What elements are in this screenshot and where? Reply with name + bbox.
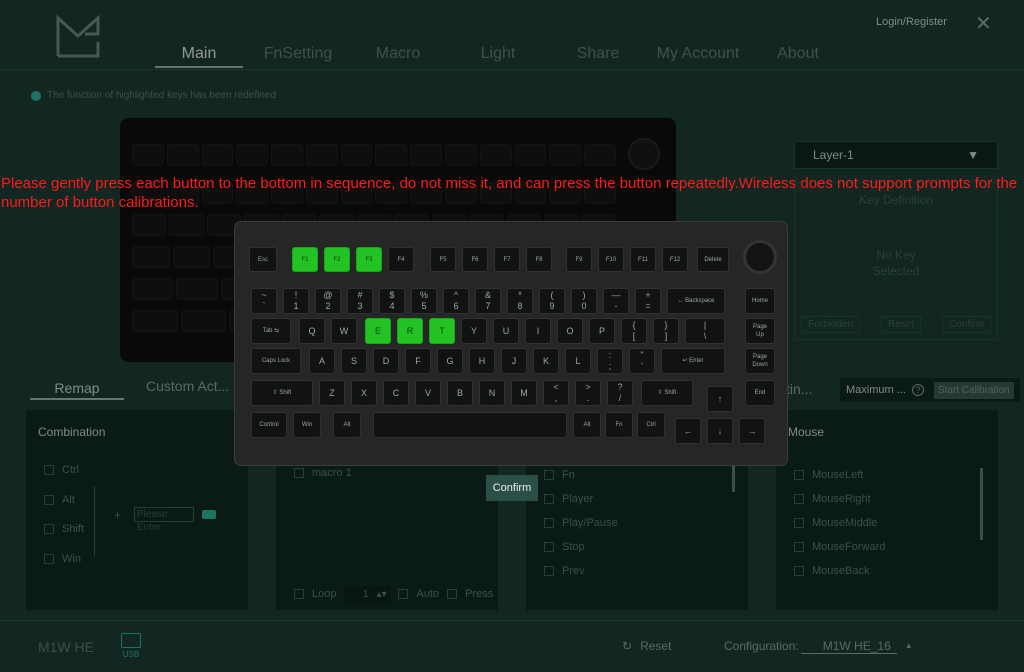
key-c[interactable]: C: [383, 380, 409, 406]
key-lctrl[interactable]: Control: [251, 412, 287, 438]
key-n6[interactable]: ^ 6: [443, 288, 469, 314]
key-equal[interactable]: + =: [635, 288, 661, 314]
key-grave[interactable]: ~ `: [251, 288, 277, 314]
key-y[interactable]: Y: [461, 318, 487, 344]
key-b[interactable]: B: [447, 380, 473, 406]
key-f12[interactable]: F12: [662, 247, 688, 272]
key-fn[interactable]: Fn: [605, 412, 633, 438]
key-h[interactable]: H: [469, 348, 495, 374]
key-lwin[interactable]: Win: [293, 412, 321, 438]
key-delete[interactable]: Delete: [697, 247, 729, 272]
key-j[interactable]: J: [501, 348, 527, 374]
key-f4[interactable]: F4: [388, 247, 414, 272]
key-lbr[interactable]: { [: [621, 318, 647, 344]
key-caps[interactable]: Caps Lock: [251, 348, 301, 374]
key-k[interactable]: K: [533, 348, 559, 374]
key-f6[interactable]: F6: [462, 247, 488, 272]
key-n9[interactable]: ( 9: [539, 288, 565, 314]
key-pgup[interactable]: Page Up: [745, 318, 775, 344]
key-l[interactable]: L: [565, 348, 591, 374]
key-f9[interactable]: F9: [566, 247, 592, 272]
key-bslash[interactable]: | \: [685, 318, 725, 344]
key-n8[interactable]: * 8: [507, 288, 533, 314]
key-space[interactable]: [373, 412, 567, 438]
calibration-warning: Please gently press each button to the b…: [1, 175, 1018, 211]
key-comma[interactable]: < ,: [543, 380, 569, 406]
key-q[interactable]: Q: [299, 318, 325, 344]
key-lalt[interactable]: Alt: [333, 412, 361, 438]
key-end[interactable]: End: [745, 380, 775, 406]
key-s[interactable]: S: [341, 348, 367, 374]
confirm-button[interactable]: Confirm: [486, 475, 538, 501]
knob-icon: [743, 240, 777, 274]
key-minus[interactable]: — -: [603, 288, 629, 314]
key-home[interactable]: Home: [745, 288, 775, 314]
key-t[interactable]: T: [429, 318, 455, 344]
key-d[interactable]: D: [373, 348, 399, 374]
key-quote[interactable]: " ': [629, 348, 655, 374]
key-period[interactable]: > .: [575, 380, 601, 406]
key-semi[interactable]: : ;: [597, 348, 623, 374]
key-p[interactable]: P: [589, 318, 615, 344]
key-lshift[interactable]: ⇧ Shift: [251, 380, 313, 406]
key-n1[interactable]: ! 1: [283, 288, 309, 314]
key-f3[interactable]: F3: [356, 247, 382, 272]
key-tab[interactable]: Tab ⇆: [251, 318, 291, 344]
key-up[interactable]: ↑: [707, 386, 733, 412]
key-rctrl[interactable]: Ctrl: [637, 412, 665, 438]
key-n2[interactable]: @ 2: [315, 288, 341, 314]
key-g[interactable]: G: [437, 348, 463, 374]
key-enter[interactable]: ↵ Enter: [661, 348, 725, 374]
key-down[interactable]: ↓: [707, 418, 733, 444]
key-z[interactable]: Z: [319, 380, 345, 406]
key-rbr[interactable]: } ]: [653, 318, 679, 344]
key-v[interactable]: V: [415, 380, 441, 406]
key-f8[interactable]: F8: [526, 247, 552, 272]
key-a[interactable]: A: [309, 348, 335, 374]
key-right[interactable]: →: [739, 418, 765, 444]
key-backspace[interactable]: ← Backspace: [667, 288, 725, 314]
key-m[interactable]: M: [511, 380, 537, 406]
key-f2[interactable]: F2: [324, 247, 350, 272]
key-f[interactable]: F: [405, 348, 431, 374]
key-o[interactable]: O: [557, 318, 583, 344]
key-n3[interactable]: # 3: [347, 288, 373, 314]
key-n5[interactable]: % 5: [411, 288, 437, 314]
key-w[interactable]: W: [331, 318, 357, 344]
key-e[interactable]: E: [365, 318, 391, 344]
key-esc[interactable]: Esc: [249, 247, 277, 272]
key-pgdn[interactable]: Page Down: [745, 348, 775, 374]
key-f5[interactable]: F5: [430, 247, 456, 272]
app-window: Login/Register ✕ Main FnSetting Macro Li…: [0, 0, 1024, 672]
key-rshift[interactable]: ⇧ Shift: [641, 380, 693, 406]
calibration-keyboard: Esc F1 F2 F3 F4 F5 F6 F7 F8 F9 F10 F11 F12 Delete ~ `!…: [234, 221, 788, 466]
key-i[interactable]: I: [525, 318, 551, 344]
key-n[interactable]: N: [479, 380, 505, 406]
key-ralt[interactable]: Alt: [573, 412, 601, 438]
key-f10[interactable]: F10: [598, 247, 624, 272]
key-n7[interactable]: & 7: [475, 288, 501, 314]
key-x[interactable]: X: [351, 380, 377, 406]
key-f7[interactable]: F7: [494, 247, 520, 272]
key-f11[interactable]: F11: [630, 247, 656, 272]
key-u[interactable]: U: [493, 318, 519, 344]
key-r[interactable]: R: [397, 318, 423, 344]
key-n4[interactable]: $ 4: [379, 288, 405, 314]
key-left[interactable]: ←: [675, 418, 701, 444]
key-n0[interactable]: ) 0: [571, 288, 597, 314]
key-f1[interactable]: F1: [292, 247, 318, 272]
key-slash[interactable]: ? /: [607, 380, 633, 406]
